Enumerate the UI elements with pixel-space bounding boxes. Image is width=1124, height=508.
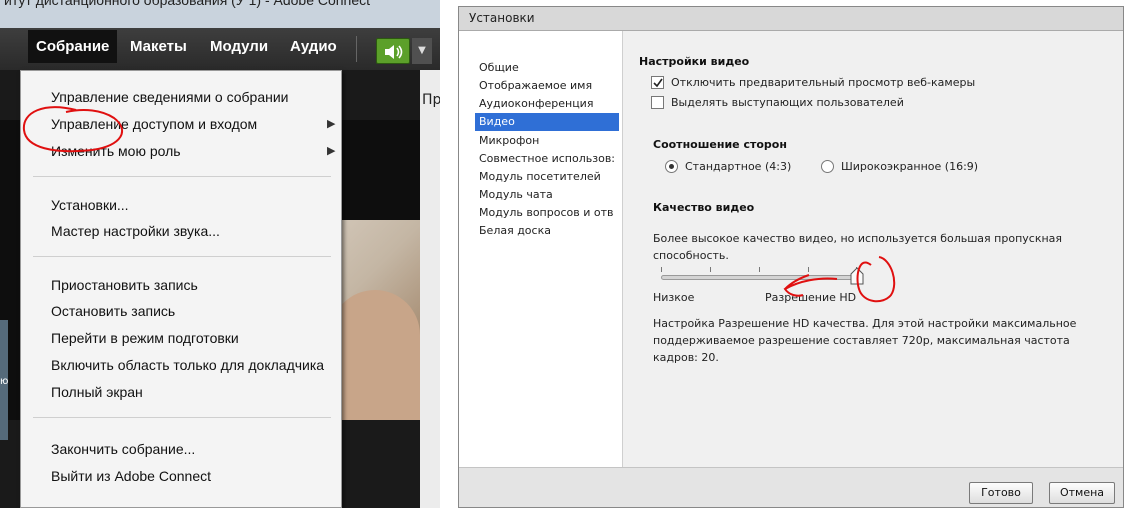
- standard-aspect-label: Стандартное (4:3): [685, 160, 792, 173]
- standard-aspect-radio[interactable]: [665, 160, 678, 173]
- nav-item-audio-conference[interactable]: Аудиоконференция: [479, 95, 623, 113]
- nav-item-screen-share[interactable]: Совместное использов:: [479, 150, 623, 168]
- annotation-circle: [22, 106, 124, 153]
- menu-item-presenter-only[interactable]: Включить область только для докладчика: [51, 357, 324, 373]
- attendee-pod-letter: ю: [0, 376, 9, 387]
- slider-tick: [808, 267, 809, 272]
- nav-item-whiteboard[interactable]: Белая доска: [479, 222, 623, 240]
- quality-low-label: Низкое: [653, 291, 695, 304]
- slider-tick: [661, 267, 662, 272]
- menu-item-full-screen[interactable]: Полный экран: [51, 384, 143, 400]
- disable-preview-checkbox[interactable]: [651, 76, 664, 89]
- speaker-dropdown-icon[interactable]: ▼: [412, 38, 432, 64]
- attendee-pod-strip: ю: [0, 320, 8, 440]
- nav-item-qa[interactable]: Модуль вопросов и отв: [479, 204, 623, 222]
- dialog-footer: Готово Отмена: [459, 467, 1123, 507]
- dialog-title: Установки: [469, 11, 535, 25]
- quality-note: Настройка Разрешение HD качества. Для эт…: [653, 317, 1077, 364]
- settings-nav: Общие Отображаемое имя Аудиоконференция …: [459, 31, 623, 467]
- menu-item-stop-recording[interactable]: Остановить запись: [51, 303, 175, 319]
- video-quality-heading: Качество видео: [653, 201, 755, 214]
- disable-preview-label: Отключить предварительный просмотр веб-к…: [671, 76, 976, 89]
- video-settings-heading: Настройки видео: [639, 55, 750, 68]
- submenu-arrow-icon: ▶: [327, 117, 336, 130]
- menu-item-prepare-mode[interactable]: Перейти в режим подготовки: [51, 330, 239, 346]
- menu-item-audio-wizard[interactable]: Мастер настройки звука...: [51, 223, 220, 239]
- share-pod-strip: Пр: [420, 70, 440, 508]
- pane-tab-label: Пр: [422, 92, 440, 108]
- slider-tick: [710, 267, 711, 272]
- menu-audio[interactable]: Аудио: [290, 38, 337, 55]
- menu-item-exit[interactable]: Выйти из Adobe Connect: [51, 468, 211, 484]
- quality-hd-label: Разрешение HD: [765, 291, 857, 304]
- submenu-arrow-icon: ▶: [327, 144, 336, 157]
- dialog-title-bar: Установки: [459, 7, 1123, 31]
- preferences-dialog: Установки Общие Отображаемое имя Аудиоко…: [458, 6, 1124, 508]
- settings-content: Настройки видео Отключить предварительны…: [623, 31, 1123, 467]
- highlight-speakers-checkbox[interactable]: [651, 96, 664, 109]
- window-title-bar: итут дистанционного образования (У 1) - …: [0, 0, 440, 28]
- highlight-speakers-label: Выделять выступающих пользователей: [671, 96, 904, 109]
- menu-divider: [33, 417, 331, 418]
- menubar-divider: [356, 36, 357, 62]
- nav-item-video[interactable]: Видео: [475, 113, 619, 131]
- nav-item-chat[interactable]: Модуль чата: [479, 186, 623, 204]
- menu-divider: [33, 176, 331, 177]
- checkmark-icon: [653, 78, 663, 88]
- menu-meeting[interactable]: Собрание: [28, 30, 118, 63]
- menu-item-preferences[interactable]: Установки...: [51, 197, 129, 213]
- wide-aspect-label: Широкоэкранное (16:9): [841, 160, 979, 173]
- slider-tick: [759, 267, 760, 272]
- menu-divider: [33, 256, 331, 257]
- quality-slider-thumb[interactable]: [850, 267, 864, 285]
- nav-item-general[interactable]: Общие: [479, 59, 623, 77]
- nav-item-attendees[interactable]: Модуль посетителей: [479, 168, 623, 186]
- menu-layouts[interactable]: Макеты: [130, 38, 187, 55]
- quality-slider-track[interactable]: [661, 275, 857, 280]
- cancel-button[interactable]: Отмена: [1049, 482, 1115, 504]
- quality-description: Более высокое качество видео, но использ…: [653, 232, 1063, 262]
- adobe-connect-window: итут дистанционного образования (У 1) - …: [0, 0, 440, 508]
- webcam-person: [330, 290, 420, 420]
- wide-aspect-radio[interactable]: [821, 160, 834, 173]
- nav-item-microphone[interactable]: Микрофон: [479, 132, 623, 150]
- menu-item-pause-recording[interactable]: Приостановить запись: [51, 277, 198, 293]
- aspect-ratio-heading: Соотношение сторон: [653, 138, 787, 151]
- ok-button[interactable]: Готово: [969, 482, 1033, 504]
- menu-bar: Собрание Макеты Модули Аудио: [0, 28, 440, 70]
- window-title: итут дистанционного образования (У 1) - …: [4, 0, 371, 8]
- nav-item-display-name[interactable]: Отображаемое имя: [479, 77, 623, 95]
- menu-item-end-meeting[interactable]: Закончить собрание...: [51, 441, 195, 457]
- speaker-icon: [385, 45, 403, 59]
- menu-modules[interactable]: Модули: [210, 38, 268, 55]
- speaker-button[interactable]: [376, 38, 410, 64]
